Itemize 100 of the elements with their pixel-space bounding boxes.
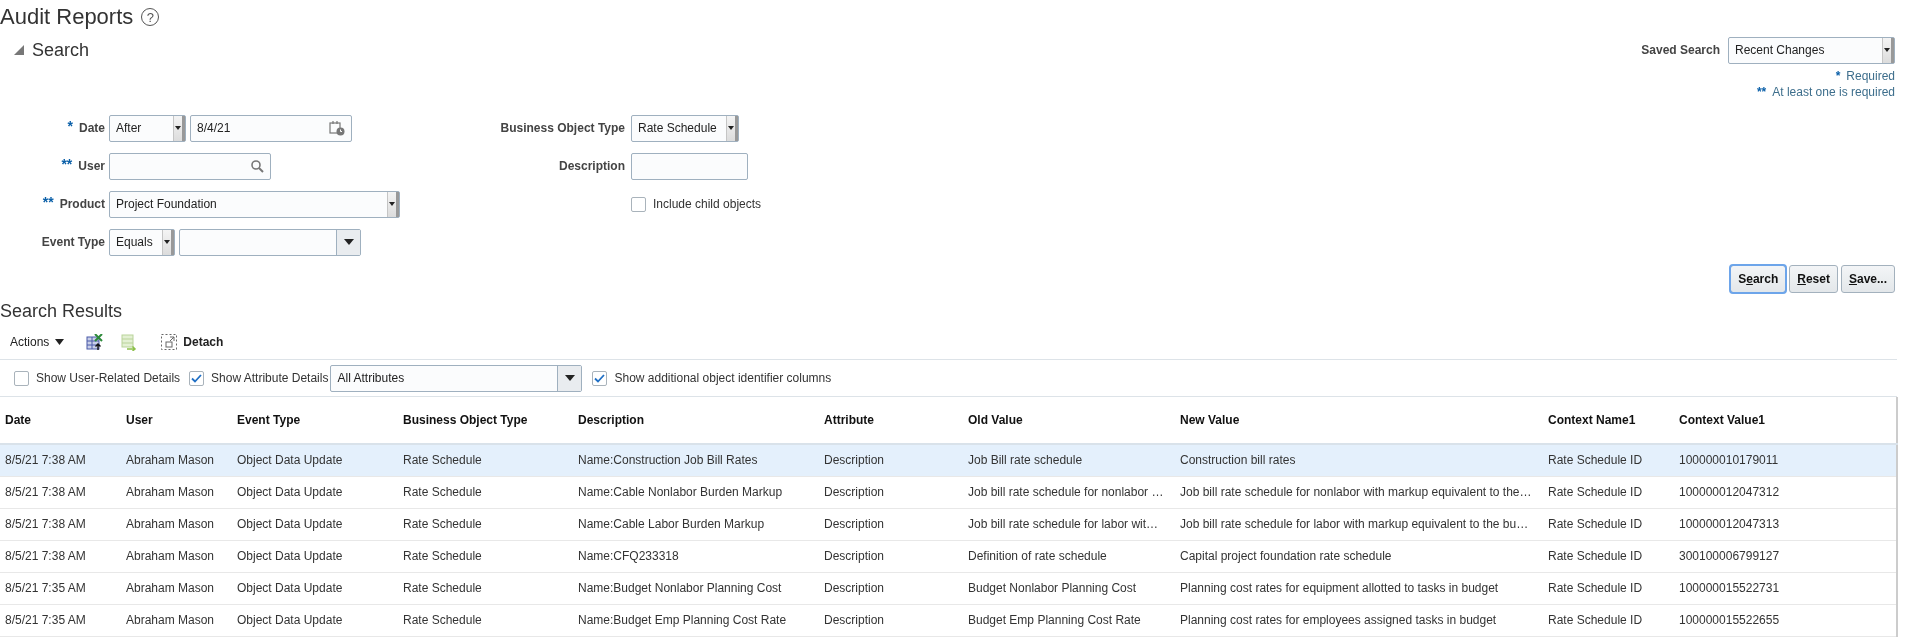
required-marker: *: [67, 118, 73, 134]
table-cell: Rate Schedule ID: [1543, 508, 1674, 540]
table-cell: Capital project foundation rate schedule: [1175, 540, 1543, 572]
detach-icon: [161, 334, 178, 350]
dropdown-button[interactable]: [387, 191, 399, 217]
table-cell: Planning cost rates for employees assigned tasks in budget: [1175, 604, 1543, 636]
legend-text: * Required: [1835, 68, 1895, 84]
dropdown-button[interactable]: [173, 115, 185, 141]
table-cell: Object Data Update: [232, 604, 398, 636]
table-cell: 100000015522731: [1674, 572, 1897, 604]
field-label: Product: [59, 197, 105, 211]
action-button[interactable]: Reset: [1789, 265, 1838, 293]
attributes-dropdown[interactable]: All Attributes: [330, 364, 583, 392]
caret-icon: [55, 339, 65, 345]
table-cell: 100000012047312: [1674, 476, 1897, 508]
table-cell: Description: [819, 476, 963, 508]
table-cell: Rate Schedule ID: [1543, 604, 1674, 636]
field-label: Description: [559, 159, 625, 173]
action-button[interactable]: Search: [1730, 265, 1787, 293]
table-cell: Description: [819, 508, 963, 540]
field-label: Business Object Type: [500, 121, 625, 135]
object-type-dropdown[interactable]: Rate Schedule: [631, 114, 739, 142]
table-cell: Object Data Update: [232, 540, 398, 572]
legend-text: ** At least one is required: [1756, 84, 1895, 100]
table-cell: Rate Schedule ID: [1543, 540, 1674, 572]
dropdown-button[interactable]: [726, 115, 738, 141]
table-cell: Abraham Mason: [121, 476, 232, 508]
field-label: Saved Search: [1641, 43, 1720, 57]
table-cell: Budget Emp Planning Cost Rate: [963, 604, 1175, 636]
table-cell: Name:Construction Job Bill Rates: [573, 444, 819, 476]
product-dropdown[interactable]: Project Foundation: [109, 190, 400, 218]
table-cell: Description: [819, 540, 963, 572]
table-cell: Object Data Update: [232, 508, 398, 540]
required-marker: **: [61, 156, 73, 172]
table-cell: 100000010179011: [1674, 444, 1897, 476]
detach-button[interactable]: Detach: [161, 334, 224, 350]
table-row[interactable]: 8/5/21 7:38 AM Abraham Mason Object Data Update Rate Schedule Name:Construction Job Bill Rates Description Job Bill rate schedule Construction bill rates Rate Schedule ID 100000010179011: [0, 444, 1897, 476]
table-cell: Planning cost rates for equipment allotted to tasks in budget: [1175, 572, 1543, 604]
table-cell: Name:Cable Nonlabor Burden Markup: [573, 476, 819, 508]
checkbox[interactable]: [592, 370, 608, 386]
table-cell: 8/5/21 7:38 AM: [0, 476, 121, 508]
table-cell: Object Data Update: [232, 572, 398, 604]
table-cell: Job Bill rate schedule: [963, 444, 1175, 476]
export-spreadsheet-icon[interactable]: [86, 333, 104, 351]
table-cell: Job bill rate schedule for nonlabor …: [963, 476, 1175, 508]
dropdown-button[interactable]: [1882, 37, 1894, 63]
date-field[interactable]: 8/4/21: [190, 114, 352, 142]
table-cell: 100000015522655: [1674, 604, 1897, 636]
field-label: Event Type: [41, 235, 105, 249]
operator-dropdown[interactable]: After: [109, 114, 186, 142]
caret-icon: [389, 202, 395, 206]
operator-dropdown[interactable]: Equals: [109, 228, 175, 256]
description-field[interactable]: [631, 152, 748, 180]
table-cell: 8/5/21 7:38 AM: [0, 540, 121, 572]
table-cell: Rate Schedule ID: [1543, 572, 1674, 604]
table-cell: Rate Schedule: [398, 476, 573, 508]
table-cell: 300100006799127: [1674, 540, 1897, 572]
table-cell: Rate Schedule: [398, 604, 573, 636]
table-cell: Rate Schedule: [398, 508, 573, 540]
table-row[interactable]: 8/5/21 7:38 AM Abraham Mason Object Data Update Rate Schedule Name:CFQ233318 Description Definition of rate schedule Capital project foundation rate schedule Rate Schedule ID 300100006799127: [0, 540, 1897, 572]
table-cell: Abraham Mason: [121, 540, 232, 572]
table-cell: Job bill rate schedule for labor with markup equivalent to the bu…: [1175, 508, 1543, 540]
action-button[interactable]: Save...: [1840, 265, 1895, 293]
table-cell: Name:Cable Labor Burden Markup: [573, 508, 819, 540]
table-cell: Budget Nonlabor Planning Cost: [963, 572, 1175, 604]
checkbox[interactable]: [14, 370, 29, 386]
table-cell: 8/5/21 7:38 AM: [0, 508, 121, 540]
table-cell: Rate Schedule: [398, 444, 573, 476]
saved-search-dropdown[interactable]: Recent Changes: [1728, 36, 1895, 64]
table-cell: Name:Budget Nonlabor Planning Cost: [573, 572, 819, 604]
checkbox-label: Show User-Related Details: [36, 371, 181, 385]
dropdown-button[interactable]: [162, 229, 174, 255]
table-cell: Name:Budget Emp Planning Cost Rate: [573, 604, 819, 636]
table-cell: Rate Schedule ID: [1543, 476, 1674, 508]
search-section-toggle[interactable]: Search: [14, 39, 90, 61]
caret-icon: [343, 239, 354, 245]
table-cell: Name:CFQ233318: [573, 540, 819, 572]
dropdown-button[interactable]: [336, 229, 360, 255]
checkbox-label: Show Attribute Details: [211, 371, 329, 385]
actions-menu[interactable]: Actions: [10, 335, 65, 349]
table-cell: Abraham Mason: [121, 604, 232, 636]
caret-icon: [1884, 48, 1890, 52]
user-search-field[interactable]: [109, 152, 271, 180]
table-cell: 8/5/21 7:35 AM: [0, 604, 121, 636]
table-cell: Rate Schedule ID: [1543, 444, 1674, 476]
table-cell: Rate Schedule: [398, 572, 573, 604]
checkbox[interactable]: [189, 370, 205, 386]
checkbox[interactable]: [631, 196, 646, 212]
table-cell: Object Data Update: [232, 444, 398, 476]
caret-icon: [564, 375, 575, 381]
dropdown-button[interactable]: [557, 365, 582, 391]
caret-icon: [164, 240, 170, 244]
search-icon[interactable]: [251, 159, 264, 173]
calendar-icon[interactable]: [329, 120, 345, 136]
table-cell: 100000012047313: [1674, 508, 1897, 540]
table-cell: Abraham Mason: [121, 572, 232, 604]
table-cell: Job bill rate schedule for nonlabor with markup equivalent to the…: [1175, 476, 1543, 508]
table-cell: Abraham Mason: [121, 508, 232, 540]
field-label: Date: [79, 121, 105, 135]
page-title: Audit Reports: [0, 4, 134, 30]
